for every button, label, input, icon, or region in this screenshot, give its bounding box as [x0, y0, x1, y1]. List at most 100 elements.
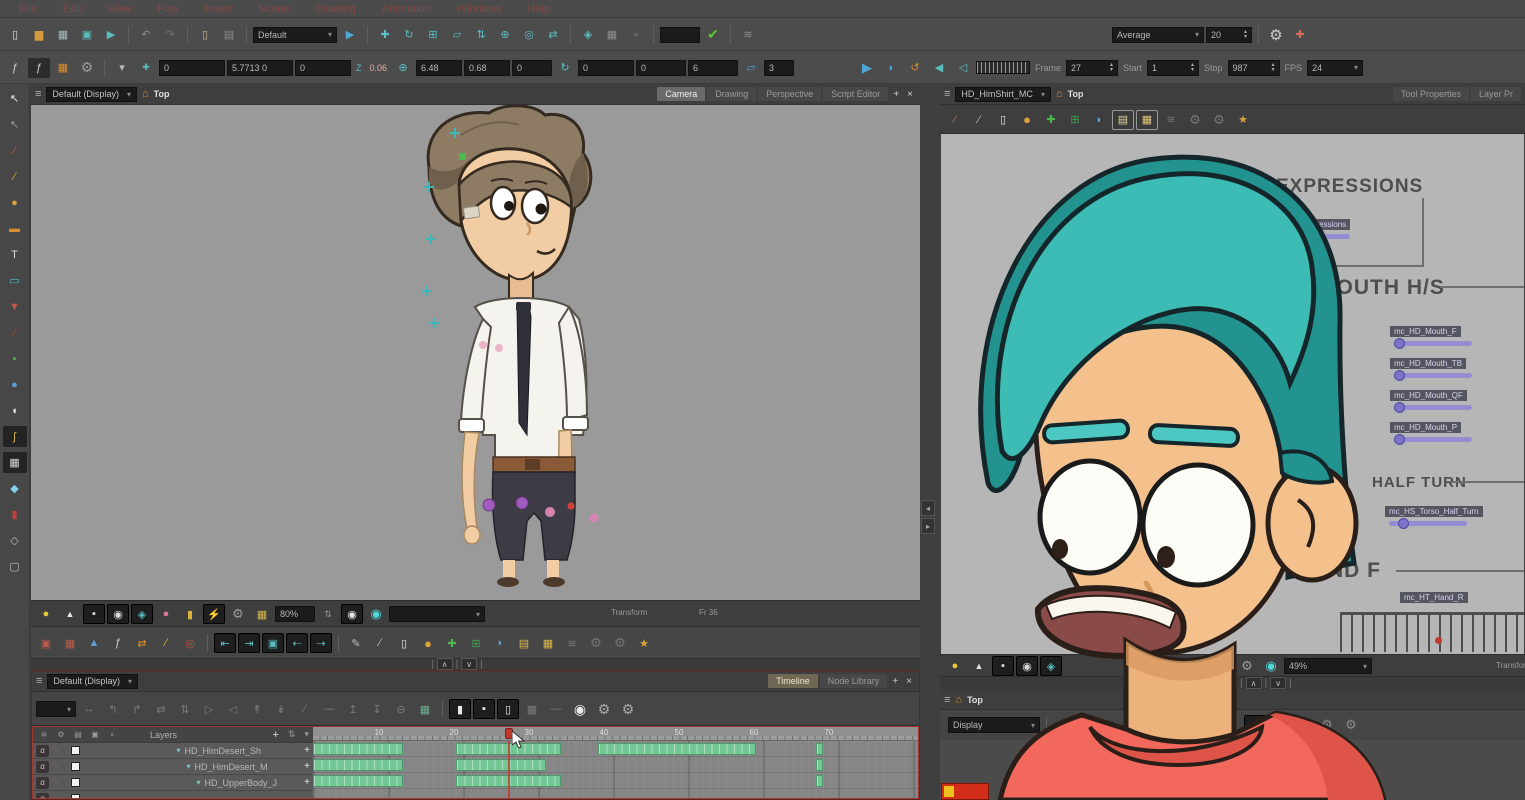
scrub-button[interactable]: ◗	[880, 58, 902, 78]
figure-icon[interactable]: ▲	[83, 633, 105, 653]
skew-icon[interactable]: ▱	[740, 58, 762, 78]
open-library-button[interactable]: ▦	[52, 58, 74, 78]
rig-slider-track[interactable]	[1394, 405, 1472, 410]
kinematic-output-tool[interactable]: ▦	[3, 452, 27, 473]
menu-item-view[interactable]: View	[95, 3, 145, 15]
rig-hip-handle[interactable]	[516, 497, 528, 509]
pos-z-field[interactable]: 0	[295, 60, 351, 76]
tab-script-editor[interactable]: Script Editor	[823, 87, 888, 101]
settings-gear-icon[interactable]: ⚙	[1265, 25, 1287, 45]
start-spinner[interactable]: 1▴▾	[1147, 60, 1199, 76]
angle-z-field[interactable]: 6	[688, 60, 738, 76]
display-dropdown[interactable]: Default (Display)▾	[46, 87, 137, 102]
timeline-frames-area[interactable]: 10203040506070	[313, 727, 918, 798]
rotate-icon[interactable]: ↻	[554, 58, 576, 78]
layer-lock-icon[interactable]: ▪	[55, 747, 57, 754]
layer-checkbox[interactable]	[71, 746, 80, 755]
ease-value-spinner[interactable]: 20▴▾	[1206, 27, 1252, 43]
import-images-button[interactable]: ▣	[76, 25, 98, 45]
lock-column-icon[interactable]: ▣	[88, 728, 102, 741]
show-functions-button[interactable]: ƒ	[4, 58, 26, 78]
shape-tool[interactable]: ▢	[3, 556, 27, 577]
glove-icon[interactable]: ▯	[393, 633, 415, 653]
home-icon[interactable]: ⌂	[142, 88, 149, 100]
warning-badge[interactable]	[941, 783, 989, 800]
angle-y-field[interactable]: 0	[636, 60, 686, 76]
layer-checkbox[interactable]	[71, 762, 80, 771]
gear-icon[interactable]: ⚙	[1292, 715, 1314, 735]
move-down-icon[interactable]: ↡	[270, 699, 292, 719]
rig-hand-handle[interactable]	[590, 514, 599, 523]
goto-first-frame-chip[interactable]: ⇤	[214, 633, 236, 653]
translate-tool[interactable]: ✚	[374, 25, 396, 45]
pose-library-icon[interactable]: ★	[633, 633, 655, 653]
collapse-up-button[interactable]: ∧	[437, 658, 453, 670]
swap-icon[interactable]: ⇄	[131, 633, 153, 653]
rig-hip-handle[interactable]	[483, 499, 495, 511]
rig-green-handle[interactable]	[459, 153, 466, 160]
stop-spinner[interactable]: 987▴▾	[1228, 60, 1280, 76]
brush-tool[interactable]: ∕	[944, 110, 966, 130]
collapse-right-icon[interactable]: ▸	[921, 518, 935, 534]
pencil-tool[interactable]: ∕	[968, 110, 990, 130]
gear2-icon[interactable]: ⚙	[1316, 715, 1338, 735]
eye-column-icon[interactable]: ▤	[71, 728, 85, 741]
flip-chip[interactable]: ▪	[992, 656, 1014, 676]
add-tab-button[interactable]: +	[890, 89, 902, 100]
menu-item-insert[interactable]: Insert	[192, 3, 246, 15]
gear3-icon[interactable]: ⚙	[1340, 715, 1362, 735]
zoom-dropdown[interactable]: 49%▾	[1284, 658, 1372, 674]
rig-wrist-handle[interactable]	[568, 503, 575, 510]
play-back-icon[interactable]: ◁	[222, 699, 244, 719]
rig-pink-handle[interactable]	[495, 344, 503, 352]
add-tab-button[interactable]: +	[889, 676, 901, 687]
keyframe-segment[interactable]	[816, 759, 824, 771]
menu-item-drawing[interactable]: Drawing	[302, 3, 368, 15]
rig-slider-thumb[interactable]	[1394, 402, 1405, 413]
pos-x-field[interactable]: 0	[159, 60, 225, 76]
keyframe-segment[interactable]	[816, 743, 824, 755]
panel-view-button[interactable]: ▤	[1112, 110, 1134, 130]
expand-all-icon[interactable]: ≋	[37, 728, 51, 741]
current-frame-figure-icon[interactable]: ▲	[59, 604, 81, 624]
tool-settings-gear[interactable]: ⚙	[76, 58, 98, 78]
onion-skin-ghost-icon[interactable]: ◉	[1260, 656, 1282, 676]
add-keyframe-button[interactable]: ✚	[135, 58, 157, 78]
save-button[interactable]: ▦	[52, 25, 74, 45]
add-layer-button[interactable]: +	[272, 729, 278, 741]
rig-slider-thumb[interactable]	[1394, 434, 1405, 445]
view-mode-dropdown[interactable]: ▾	[389, 606, 485, 622]
raise-icon[interactable]: ↥	[342, 699, 364, 719]
brush-tool[interactable]: ∕	[3, 140, 27, 161]
zoom-field[interactable]: 80%	[275, 606, 315, 622]
hide-layers-chip[interactable]: ▪	[473, 699, 495, 719]
menu-item-scene[interactable]: Scene	[245, 3, 302, 15]
keyframe-segment[interactable]	[816, 775, 824, 787]
network-view-icon[interactable]: ⊞	[1064, 110, 1086, 130]
panel-menu-icon[interactable]: ≡	[944, 88, 950, 100]
camera-mask-toggle[interactable]: ▦	[601, 25, 623, 45]
redo-button[interactable]: ↷	[159, 25, 181, 45]
rectangle-tool[interactable]: ▭	[3, 270, 27, 291]
scale-y-field[interactable]: 0.68	[464, 60, 510, 76]
ease-type-dropdown[interactable]: Average▾	[1112, 27, 1204, 43]
stroke-tool[interactable]: ▪	[3, 348, 27, 369]
color-card-icon[interactable]: ●	[155, 604, 177, 624]
target-icon[interactable]: ◎	[179, 633, 201, 653]
play-range-icon[interactable]: ▷	[198, 699, 220, 719]
tab-timeline[interactable]: Timeline	[768, 674, 818, 688]
layer-lock-icon[interactable]: ▪	[55, 779, 57, 786]
panel-chip[interactable]: ▯	[1244, 715, 1266, 735]
add-drawing-layer-icon[interactable]: ↰	[102, 699, 124, 719]
hand-icon[interactable]: ◗	[489, 633, 511, 653]
tab-layer-properties[interactable]: Layer Pr	[1471, 87, 1521, 101]
loop-button[interactable]: ↺	[904, 58, 926, 78]
function-editor-button[interactable]: ƒ	[28, 58, 50, 78]
node-dropdown[interactable]: HD_HimShirt_MC▾	[955, 87, 1051, 102]
layer-lock-icon[interactable]: ▪	[55, 795, 57, 799]
character-pose-icon[interactable]: ★	[1232, 110, 1254, 130]
gear-circle-icon[interactable]: ⚙	[593, 699, 615, 719]
render-progress-field[interactable]	[660, 27, 700, 43]
goto-last-frame-chip[interactable]: ⇥	[238, 633, 260, 653]
flip-horizontal-chip[interactable]: ▪	[83, 604, 105, 624]
